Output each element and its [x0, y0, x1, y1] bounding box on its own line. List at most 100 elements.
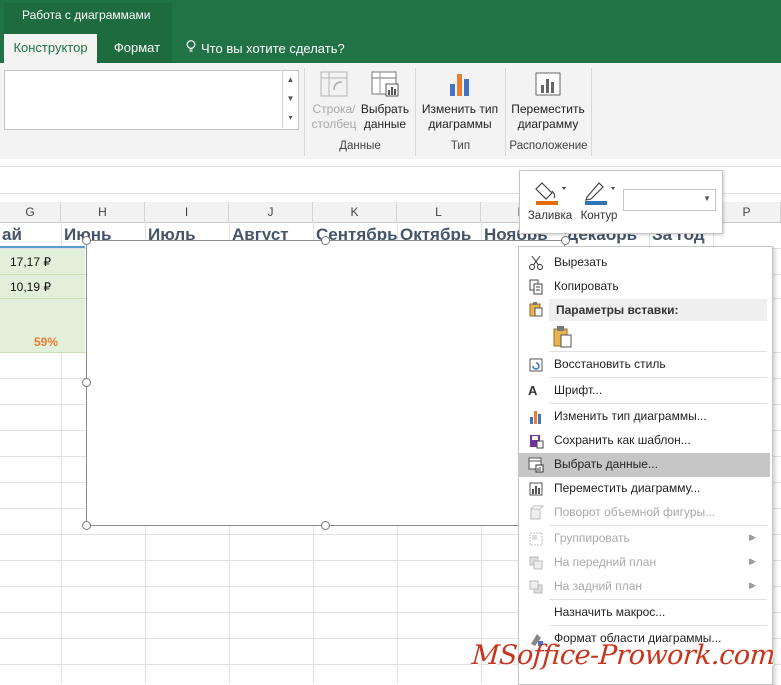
switch-row-column-button[interactable]: Строка/ столбец [309, 70, 359, 132]
column-header[interactable]: K [313, 202, 397, 222]
fill-button[interactable]: Заливка [526, 177, 574, 222]
move-chart-icon [535, 72, 561, 96]
chart-type-icon [530, 411, 541, 424]
menu-item-label: На задний план [554, 579, 643, 593]
tab-format[interactable]: Формат [105, 34, 169, 63]
mini-toolbar: Заливка Контур ▼ [519, 170, 723, 234]
menu-item-3d-rotation[interactable]: Поворот объемной фигуры... [519, 501, 770, 525]
column-header[interactable]: J [229, 202, 313, 222]
save-template-icon [530, 435, 544, 449]
pen-outline-icon [585, 182, 615, 205]
menu-item-label: Сохранить как шаблон... [554, 433, 691, 447]
group-label-type: Тип [450, 140, 471, 152]
submenu-arrow-icon: ▶ [749, 556, 756, 566]
group-label-data: Данные [339, 140, 381, 152]
paint-bucket-icon [535, 182, 566, 205]
copy-icon [529, 279, 543, 295]
menu-item-group[interactable]: Группировать ▶ [519, 527, 770, 551]
context-menu: Вырезать Копировать Параметры вставки: В… [518, 246, 773, 685]
tab-konstruktor[interactable]: Конструктор [4, 34, 97, 63]
menu-item-label: Копировать [554, 279, 619, 293]
menu-separator [549, 625, 767, 626]
gallery-up-icon[interactable]: ▲ [283, 70, 298, 89]
tell-me-search[interactable]: Что вы хотите сделать? [186, 40, 345, 56]
submenu-arrow-icon: ▶ [749, 532, 756, 542]
menu-item-label: Шрифт... [554, 383, 603, 397]
paste-options-header: Параметры вставки: [549, 299, 767, 321]
menu-item-reset-style[interactable]: Восстановить стиль [519, 353, 770, 377]
menu-item-label: Переместить диаграмму... [554, 481, 701, 495]
menu-item-save-template[interactable]: Сохранить как шаблон... [519, 429, 770, 453]
menu-item-label: На передний план [554, 555, 657, 569]
header-underline [0, 246, 85, 248]
paste-icon [529, 302, 543, 317]
group-label-location: Расположение [509, 140, 588, 152]
menu-separator [549, 377, 767, 378]
gallery-down-icon[interactable]: ▼ [283, 89, 298, 108]
menu-item-label: Вырезать [554, 255, 608, 269]
menu-separator [549, 351, 767, 352]
chart-element-select[interactable]: ▼ [623, 189, 716, 211]
cell-value: 10,19 ₽ [10, 280, 51, 294]
move-chart-icon [529, 482, 543, 496]
select-data-label-1: Выбрать [360, 102, 410, 116]
move-chart-label-2: диаграмму [517, 117, 579, 131]
move-chart-label-1: Переместить [511, 102, 585, 116]
column-header[interactable]: P [713, 202, 781, 222]
menu-item-label: Выбрать данные... [554, 457, 658, 471]
menu-item-font[interactable]: A Шрифт... [519, 379, 770, 403]
month-header: ай [2, 225, 22, 244]
menu-item-assign-macro[interactable]: Назначить макрос... [519, 601, 770, 625]
chart-area[interactable] [86, 240, 565, 526]
menu-separator [549, 525, 767, 526]
paste-keep-format-icon[interactable] [552, 325, 574, 349]
resize-handle[interactable] [561, 236, 570, 245]
tell-me-text: Что вы хотите сделать? [201, 41, 345, 56]
menu-item-cut[interactable]: Вырезать [519, 251, 770, 275]
reset-style-icon [529, 358, 543, 372]
resize-handle[interactable] [82, 236, 91, 245]
column-header[interactable]: I [145, 202, 229, 222]
menu-item-select-data[interactable]: Выбрать данные... [519, 453, 770, 477]
move-chart-button[interactable]: Переместить диаграмму [509, 70, 587, 132]
menu-item-send-back[interactable]: На задний план ▶ [519, 575, 770, 599]
select-data-button[interactable]: Выбрать данные [359, 70, 411, 132]
resize-handle[interactable] [82, 521, 91, 530]
resize-handle[interactable] [321, 521, 330, 530]
menu-separator [549, 599, 767, 600]
fill-label: Заливка [527, 210, 573, 222]
outline-label: Контур [580, 210, 618, 222]
menu-item-copy[interactable]: Копировать [519, 275, 770, 299]
resize-handle[interactable] [82, 378, 91, 387]
menu-item-change-chart-type[interactable]: Изменить тип диаграммы... [519, 405, 770, 429]
ribbon-separator [591, 68, 592, 156]
resize-handle[interactable] [321, 236, 330, 245]
dropdown-arrow-icon: ▼ [703, 194, 711, 203]
percent-value: 59% [34, 335, 59, 349]
menu-item-label: Поворот объемной фигуры... [554, 505, 716, 519]
menu-item-label: Изменить тип диаграммы... [554, 409, 707, 423]
select-data-icon [371, 71, 399, 97]
menu-item-label: Восстановить стиль [554, 357, 666, 371]
change-chart-type-button[interactable]: Изменить тип диаграммы [419, 70, 501, 132]
outline-button[interactable]: Контур [576, 177, 622, 222]
column-header[interactable]: G [0, 202, 61, 222]
column-header[interactable]: L [397, 202, 481, 222]
context-tab-title: Работа с диаграммами [22, 8, 151, 22]
switch-row-column-icon [320, 71, 348, 97]
menu-item-bring-front[interactable]: На передний план ▶ [519, 551, 770, 575]
chart-styles-gallery[interactable] [4, 70, 299, 130]
watermark: MSoffice-Prowork.com [471, 640, 777, 671]
menu-item-label: Группировать [554, 531, 630, 545]
gallery-more-icon[interactable]: ▾ [283, 108, 298, 127]
bring-front-icon [529, 556, 543, 570]
menu-item-move-chart[interactable]: Переместить диаграмму... [519, 477, 770, 501]
select-data-icon [528, 457, 544, 473]
send-back-icon [529, 580, 543, 594]
submenu-arrow-icon: ▶ [749, 580, 756, 590]
font-icon: A [528, 383, 538, 398]
rotate-3d-icon [530, 505, 544, 520]
column-header[interactable]: H [61, 202, 145, 222]
menu-item-label: Назначить макрос... [554, 605, 666, 619]
change-type-label-2: диаграммы [428, 117, 492, 131]
